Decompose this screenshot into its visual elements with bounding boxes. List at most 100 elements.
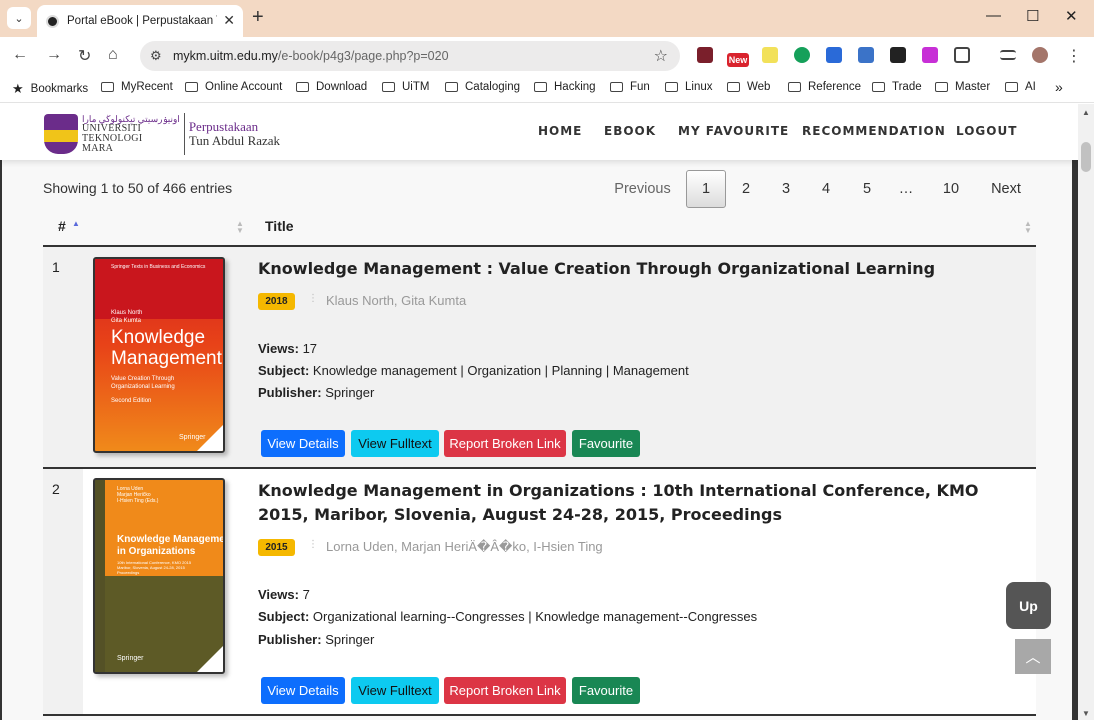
book-cover-image[interactable]: Lorna Uden Marjan Heričko I-Hsien Ting (… <box>93 478 225 674</box>
bookmark-item[interactable]: Reference <box>788 81 861 93</box>
cover-subtitle: Value Creation Through Organizational Le… <box>111 376 175 390</box>
page-scrollbar[interactable]: ▲ ▼ <box>1078 104 1094 720</box>
site-info-icon[interactable]: ⚙ <box>150 48 162 64</box>
pagination-page-4[interactable]: 4 <box>811 170 841 208</box>
maximize-icon[interactable]: ☐ <box>1026 7 1039 25</box>
pagination-previous[interactable]: Previous <box>611 170 674 208</box>
bookmark-item[interactable]: Linux <box>665 81 713 93</box>
report-broken-link-button[interactable]: Report Broken Link <box>444 430 566 457</box>
sort-icon[interactable]: ▲ <box>72 220 80 228</box>
extension-icon[interactable] <box>826 47 842 63</box>
bookmark-item[interactable]: AI <box>1005 81 1036 93</box>
bookmark-item[interactable]: Online Account <box>185 81 282 93</box>
reload-icon[interactable]: ↻ <box>78 46 91 66</box>
row-number: 1 <box>52 259 60 275</box>
cover-title: Knowledge Management <box>111 327 222 369</box>
browser-tab-active[interactable]: Portal eBook | Perpustakaan Tun Abdul Ra… <box>37 5 243 37</box>
view-details-button[interactable]: View Details <box>261 430 345 457</box>
book-views: Views: 7 <box>258 587 310 602</box>
sort-icon[interactable]: ▲ ▼ <box>1024 220 1032 235</box>
bookmark-label: AI <box>1025 81 1036 93</box>
column-header-number[interactable]: # <box>58 218 66 234</box>
bookmark-item[interactable]: Master <box>935 81 990 93</box>
sort-icon[interactable]: ▲ ▼ <box>236 220 244 235</box>
bookmark-item[interactable]: UiTM <box>382 81 429 93</box>
folder-icon <box>610 82 623 92</box>
extension-icon[interactable] <box>762 47 778 63</box>
back-icon[interactable]: ← <box>12 46 28 64</box>
up-button[interactable]: Up <box>1006 582 1051 629</box>
pagination-page-1[interactable]: 1 <box>686 170 726 208</box>
favourite-button[interactable]: Favourite <box>572 677 640 704</box>
tab-title: Portal eBook | Perpustakaan Tun Abdul Ra… <box>67 15 217 27</box>
download-extension-icon[interactable] <box>922 47 938 63</box>
home-icon[interactable]: ⌂ <box>108 46 118 64</box>
minimize-icon[interactable]: — <box>986 7 1001 24</box>
table-row: 1 Springer Texts in Business and Economi… <box>43 247 1036 467</box>
bookmark-label: Reference <box>808 81 862 93</box>
bookmark-item[interactable]: Trade <box>872 81 922 93</box>
tab-search-button[interactable]: ⌄ <box>7 7 31 29</box>
extension-icon[interactable] <box>890 47 906 63</box>
book-cover-image[interactable]: Springer Texts in Business and Economics… <box>93 257 225 453</box>
views-label: Views: <box>258 341 299 356</box>
nav-home[interactable]: HOME <box>538 124 582 138</box>
extensions-puzzle-icon[interactable] <box>954 47 970 63</box>
grammarly-icon[interactable] <box>794 47 810 63</box>
new-badge-extension-icon[interactable]: New <box>727 53 749 67</box>
pagination-page-2[interactable]: 2 <box>731 170 761 208</box>
bookmark-item[interactable]: ★ Bookmarks <box>12 81 88 97</box>
folder-icon <box>101 82 114 92</box>
pagination-next[interactable]: Next <box>984 170 1028 208</box>
nav-my-favourite[interactable]: MY FAVOURITE <box>678 124 789 138</box>
folder-icon <box>727 82 740 92</box>
chevron-down-icon: ⌄ <box>14 12 24 25</box>
library-name: Perpustakaan Tun Abdul Razak <box>189 120 280 148</box>
scrollbar-thumb[interactable] <box>1081 142 1091 172</box>
browser-tab-bar: ⌄ Portal eBook | Perpustakaan Tun Abdul … <box>0 0 1094 37</box>
book-title-link[interactable]: Knowledge Management : Value Creation Th… <box>258 257 1028 281</box>
view-details-button[interactable]: View Details <box>261 677 345 704</box>
bookmark-item[interactable]: Fun <box>610 81 650 93</box>
close-tab-icon[interactable]: ✕ <box>223 12 235 29</box>
reading-list-icon[interactable] <box>1000 50 1016 60</box>
pagination-page-10[interactable]: 10 <box>934 170 968 208</box>
bookmark-star-icon[interactable]: ☆ <box>654 46 668 66</box>
column-header-title[interactable]: Title <box>265 218 294 234</box>
bookmark-item[interactable]: MyRecent <box>101 81 173 93</box>
more-bookmarks-icon[interactable]: » <box>1055 79 1063 95</box>
bookmark-item[interactable]: Cataloging <box>445 81 520 93</box>
cover-title: Knowledge Management in Organizations <box>117 534 225 557</box>
pagination-page-5[interactable]: 5 <box>852 170 882 208</box>
scroll-down-arrow-icon[interactable]: ▼ <box>1082 709 1090 718</box>
extension-icon[interactable] <box>858 47 874 63</box>
bookmark-item[interactable]: Web <box>727 81 770 93</box>
view-fulltext-button[interactable]: View Fulltext <box>351 430 439 457</box>
profile-avatar[interactable] <box>1032 47 1048 63</box>
new-tab-button[interactable]: + <box>252 6 264 29</box>
more-menu-icon[interactable]: ⋮ <box>1066 46 1082 66</box>
close-window-icon[interactable]: ✕ <box>1065 7 1078 25</box>
bookmark-label: Fun <box>630 81 650 93</box>
subject-value: Organizational learning--Congresses | Kn… <box>312 609 758 624</box>
bookmark-item[interactable]: Download <box>296 81 367 93</box>
forward-icon[interactable]: → <box>46 46 62 64</box>
address-bar[interactable]: ⚙ mykm.uitm.edu.my/e-book/p4g3/page.php?… <box>140 41 680 71</box>
nav-logout[interactable]: LOGOUT <box>956 124 1017 138</box>
report-broken-link-button[interactable]: Report Broken Link <box>444 677 566 704</box>
back-to-top-button[interactable]: ︿ <box>1015 639 1051 674</box>
favourite-button[interactable]: Favourite <box>572 430 640 457</box>
logo-divider <box>183 113 185 155</box>
pagination-page-3[interactable]: 3 <box>771 170 801 208</box>
folder-icon <box>872 82 885 92</box>
book-title-link[interactable]: Knowledge Management in Organizations : … <box>258 479 1028 527</box>
folder-icon <box>296 82 309 92</box>
extension-icon[interactable] <box>697 47 713 63</box>
site-logo[interactable]: اونيۏرسيتي تيكنولوڬي مارا UNIVERSITI TEK… <box>44 113 280 155</box>
folder-icon <box>665 82 678 92</box>
bookmark-item[interactable]: Hacking <box>534 81 596 93</box>
nav-recommendation[interactable]: RECOMMENDATION <box>802 124 946 138</box>
nav-ebook[interactable]: EBOOK <box>604 124 656 138</box>
scroll-up-arrow-icon[interactable]: ▲ <box>1082 108 1090 117</box>
view-fulltext-button[interactable]: View Fulltext <box>351 677 439 704</box>
